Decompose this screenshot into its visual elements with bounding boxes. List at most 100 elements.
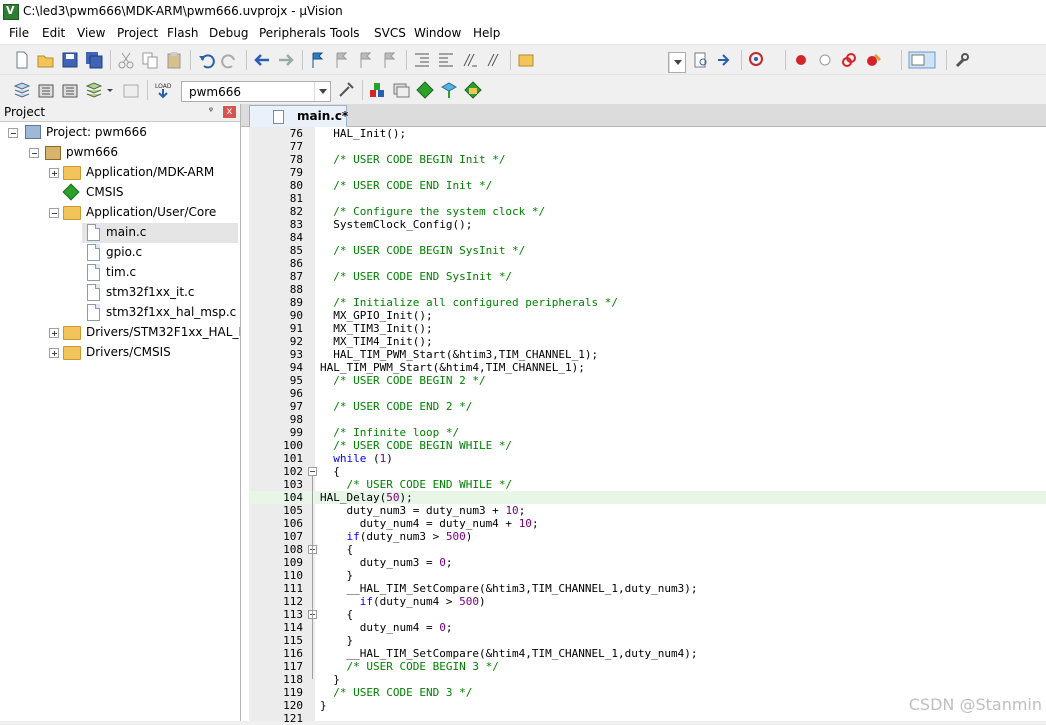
tree-file-it-c[interactable]: stm32f1xx_it.c	[82, 283, 238, 303]
code-line[interactable]: 84	[249, 231, 1046, 244]
manage-rte-icon[interactable]	[416, 81, 434, 99]
menu-peripherals[interactable]: Peripherals	[259, 26, 326, 40]
collapse-icon[interactable]	[29, 148, 39, 158]
bookmark-icon[interactable]	[309, 51, 327, 69]
find-in-files-icon[interactable]	[517, 51, 535, 69]
code-line[interactable]: 110 }	[249, 569, 1046, 582]
save-icon[interactable]	[61, 51, 79, 69]
tree-file-gpio-c[interactable]: gpio.c	[82, 243, 238, 263]
menu-svcs[interactable]: SVCS	[374, 26, 406, 40]
file-extensions-icon[interactable]	[392, 81, 410, 99]
expand-icon[interactable]	[49, 168, 59, 178]
code-line[interactable]: 111 __HAL_TIM_SetCompare(&htim3,TIM_CHAN…	[249, 582, 1046, 595]
menu-edit[interactable]: Edit	[42, 26, 65, 40]
tree-file-main-c[interactable]: main.c	[82, 223, 238, 243]
code-editor[interactable]: 76 HAL_Init(); 77 78 /* USER CODE BEGIN In…	[249, 127, 1046, 725]
code-line[interactable]: 85 /* USER CODE BEGIN SysInit */	[249, 244, 1046, 257]
code-line[interactable]: 89 /* Initialize all configured peripher…	[249, 296, 1046, 309]
menu-file[interactable]: File	[9, 26, 29, 40]
code-line[interactable]: 90 MX_GPIO_Init();	[249, 309, 1046, 322]
menu-help[interactable]: Help	[473, 26, 500, 40]
redo-icon[interactable]	[221, 51, 239, 69]
code-line[interactable]: 109 duty_num3 = 0;	[249, 556, 1046, 569]
select-packs-icon[interactable]	[440, 81, 458, 99]
tree-target[interactable]: pwm666	[0, 143, 240, 163]
code-line[interactable]: 82 /* Configure the system clock */	[249, 205, 1046, 218]
code-line[interactable]: 105 duty_num3 = duty_num3 + 10;	[249, 504, 1046, 517]
menu-flash[interactable]: Flash	[167, 26, 198, 40]
open-file-icon[interactable]	[37, 51, 55, 69]
tree-group-mdk-arm[interactable]: Application/MDK-ARM	[0, 163, 240, 183]
code-line[interactable]: 117 /* USER CODE BEGIN 3 */	[249, 660, 1046, 673]
code-line[interactable]: 106 duty_num4 = duty_num4 + 10;	[249, 517, 1046, 530]
prev-bookmark-icon[interactable]	[333, 51, 351, 69]
code-line[interactable]: 101 while (1)	[249, 452, 1046, 465]
new-file-icon[interactable]	[13, 51, 31, 69]
code-line[interactable]: 91 MX_TIM3_Init();	[249, 322, 1046, 335]
code-line[interactable]: 93 HAL_TIM_PWM_Start(&htim3,TIM_CHANNEL_…	[249, 348, 1046, 361]
unindent-icon[interactable]	[437, 51, 455, 69]
code-line[interactable]: 114 duty_num4 = 0;	[249, 621, 1046, 634]
clear-bookmarks-icon[interactable]	[381, 51, 399, 69]
fold-toggle-icon[interactable]	[308, 467, 317, 476]
code-line[interactable]: 97 /* USER CODE END 2 */	[249, 400, 1046, 413]
save-all-icon[interactable]	[85, 51, 103, 69]
code-line[interactable]: 77	[249, 140, 1046, 153]
code-line[interactable]: 113 {	[249, 608, 1046, 621]
download-icon[interactable]: LOAD	[154, 81, 172, 99]
menu-window[interactable]: Window	[414, 26, 461, 40]
next-bookmark-icon[interactable]	[357, 51, 375, 69]
code-line[interactable]: 86	[249, 257, 1046, 270]
translate-icon[interactable]	[13, 81, 31, 99]
batch-build-icon[interactable]	[85, 81, 103, 99]
window-layout-icon[interactable]	[908, 51, 936, 69]
collapse-icon[interactable]	[49, 208, 59, 218]
rebuild-icon[interactable]	[61, 81, 79, 99]
copy-icon[interactable]	[141, 51, 159, 69]
code-line[interactable]: 95 /* USER CODE BEGIN 2 */	[249, 374, 1046, 387]
configure-tools-icon[interactable]	[953, 51, 971, 69]
indent-icon[interactable]	[413, 51, 431, 69]
menu-debug[interactable]: Debug	[209, 26, 248, 40]
code-line[interactable]: 81	[249, 192, 1046, 205]
code-line[interactable]: 76 HAL_Init();	[249, 127, 1046, 140]
target-options-icon[interactable]	[337, 81, 355, 99]
manage-project-icon[interactable]	[368, 81, 386, 99]
stop-build-icon[interactable]	[122, 81, 140, 99]
code-line[interactable]: 103 /* USER CODE END WHILE */	[249, 478, 1046, 491]
code-line[interactable]: 102 {	[249, 465, 1046, 478]
code-line[interactable]: 92 MX_TIM4_Init();	[249, 335, 1046, 348]
find-icon[interactable]	[692, 51, 710, 69]
nav-forward-icon[interactable]	[277, 51, 295, 69]
code-line[interactable]: 80 /* USER CODE END Init */	[249, 179, 1046, 192]
code-line[interactable]: 87 /* USER CODE END SysInit */	[249, 270, 1046, 283]
tree-project-root[interactable]: Project: pwm666	[0, 123, 240, 143]
tree-file-tim-c[interactable]: tim.c	[82, 263, 238, 283]
code-line[interactable]: 98	[249, 413, 1046, 426]
build-icon[interactable]	[37, 81, 55, 99]
menu-project[interactable]: Project	[117, 26, 158, 40]
code-line[interactable]: 94 HAL_TIM_PWM_Start(&htim4,TIM_CHANNEL_1…	[249, 361, 1046, 374]
code-line[interactable]: 99 /* Infinite loop */	[249, 426, 1046, 439]
tree-group-cmsis[interactable]: CMSIS	[0, 183, 240, 203]
disable-all-breakpoints-icon[interactable]	[840, 51, 858, 69]
pack-installer-icon[interactable]	[464, 81, 482, 99]
close-icon[interactable]: x	[223, 106, 236, 118]
code-line[interactable]: 83 SystemClock_Config();	[249, 218, 1046, 231]
code-line[interactable]: 88	[249, 283, 1046, 296]
tab-main-c[interactable]: main.c*	[249, 105, 348, 127]
code-line[interactable]: 100 /* USER CODE BEGIN WHILE */	[249, 439, 1046, 452]
enable-breakpoint-icon[interactable]	[816, 51, 834, 69]
target-select[interactable]: pwm666	[181, 81, 331, 102]
collapse-icon[interactable]	[8, 128, 18, 138]
uncomment-icon[interactable]	[485, 51, 503, 69]
tree-group-hal-driver[interactable]: Drivers/STM32F1xx_HAL_Driv	[0, 323, 240, 343]
pin-icon[interactable]: ᵠ	[206, 106, 216, 117]
kill-all-breakpoints-icon[interactable]	[864, 51, 882, 69]
menu-tools[interactable]: Tools	[330, 26, 360, 40]
undo-icon[interactable]	[197, 51, 215, 69]
code-line[interactable]: 78 /* USER CODE BEGIN Init */	[249, 153, 1046, 166]
code-line[interactable]: 112 if(duty_num4 > 500)	[249, 595, 1046, 608]
find-combo[interactable]	[668, 52, 686, 73]
code-line[interactable]: 96	[249, 387, 1046, 400]
